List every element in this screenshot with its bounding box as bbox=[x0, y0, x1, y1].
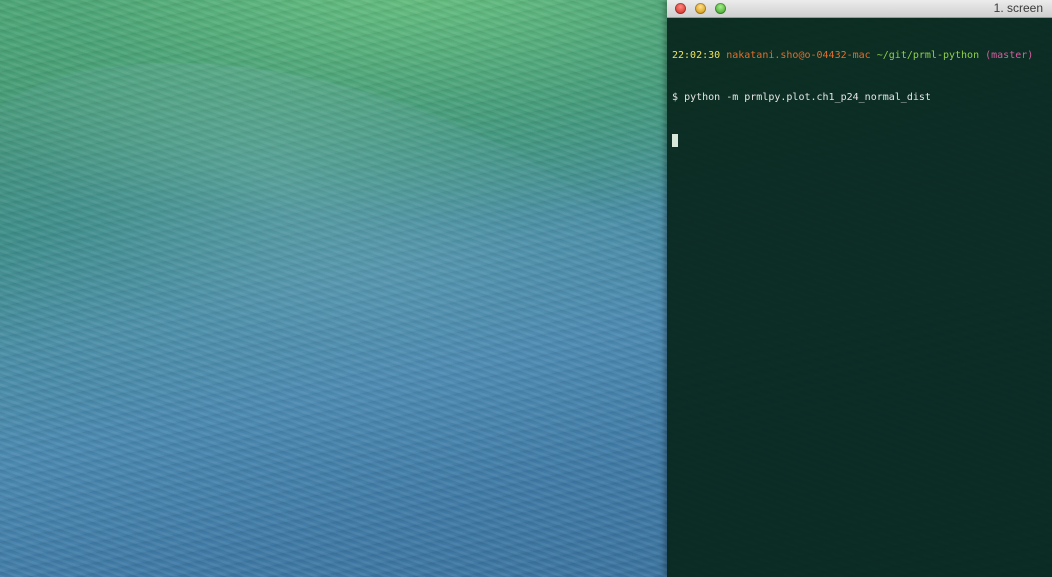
close-button[interactable] bbox=[675, 3, 686, 14]
screen: 1. screen 22:02:30 nakatani.sho@o-04432-… bbox=[0, 0, 1052, 577]
terminal-titlebar[interactable]: 1. screen bbox=[667, 0, 1052, 18]
terminal-window[interactable]: 1. screen 22:02:30 nakatani.sho@o-04432-… bbox=[667, 0, 1052, 577]
wave-highlight bbox=[0, 0, 760, 577]
prompt-user-host: nakatani.sho@o-04432-mac bbox=[726, 50, 871, 61]
prompt-line: 22:02:30 nakatani.sho@o-04432-mac ~/git/… bbox=[672, 49, 1047, 63]
zoom-button[interactable] bbox=[715, 3, 726, 14]
window-title: 1. screen bbox=[993, 1, 1043, 15]
prompt-branch: (master) bbox=[985, 50, 1034, 61]
terminal-output[interactable]: 22:02:30 nakatani.sho@o-04432-mac ~/git/… bbox=[672, 21, 1047, 175]
command-text: python -m prmlpy.plot.ch1_p24_normal_dis… bbox=[684, 92, 931, 103]
cursor-line bbox=[672, 133, 1047, 147]
prompt-symbol: $ bbox=[672, 92, 679, 103]
text-cursor bbox=[672, 134, 678, 147]
prompt-time: 22:02:30 bbox=[672, 50, 721, 61]
prompt-path: ~/git/prml-python bbox=[876, 50, 980, 61]
minimize-button[interactable] bbox=[695, 3, 706, 14]
command-line: $ python -m prmlpy.plot.ch1_p24_normal_d… bbox=[672, 91, 1047, 105]
